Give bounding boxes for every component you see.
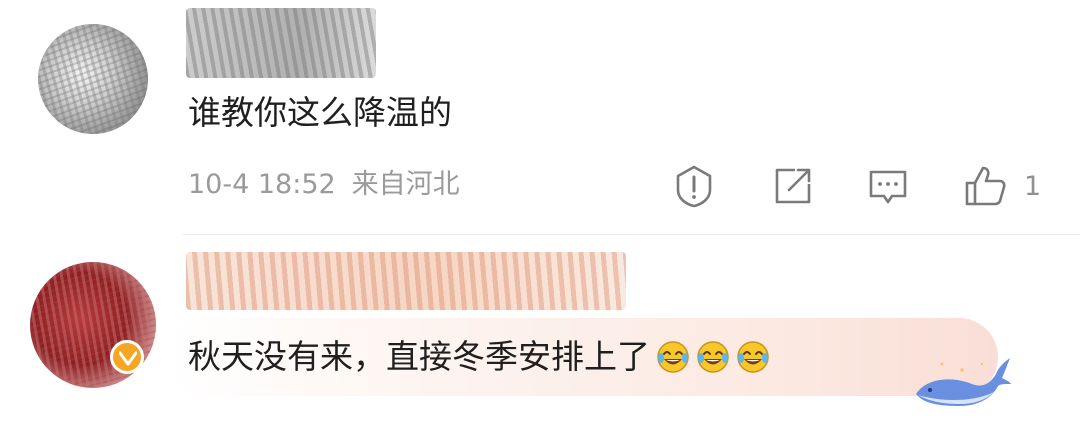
laugh-cry-emoji: [737, 341, 769, 373]
report-icon: [676, 165, 712, 208]
username-redacted[interactable]: [186, 8, 376, 78]
laugh-cry-emoji: [697, 341, 729, 373]
laugh-cry-emoji: [657, 341, 689, 373]
comment-text: 秋天没有来，直接冬季安排上了: [188, 336, 770, 378]
like-count: 1: [1024, 171, 1042, 202]
comment-item: 谁教你这么降温的 10-4 18:52 来自河北 1: [0, 0, 1080, 234]
comment-text: 谁教你这么降温的: [188, 93, 452, 132]
report-button[interactable]: [672, 164, 716, 208]
like-button[interactable]: [963, 164, 1007, 208]
whale-icon: [916, 358, 1011, 406]
comment-meta: 10-4 18:52 来自河北: [188, 165, 476, 205]
username-redacted[interactable]: [186, 252, 626, 310]
comment-text-content: 秋天没有来，直接冬季安排上了: [188, 337, 650, 376]
reply-icon: [869, 170, 907, 204]
share-icon: [775, 168, 811, 204]
share-button[interactable]: [771, 164, 815, 208]
comment-location: 来自河北: [351, 169, 460, 200]
avatar[interactable]: [38, 24, 148, 134]
comment-date: 10-4 18:52: [188, 169, 336, 200]
reply-button[interactable]: [866, 164, 910, 208]
thumbs-up-icon: [965, 166, 1006, 206]
verified-badge: [110, 340, 144, 374]
